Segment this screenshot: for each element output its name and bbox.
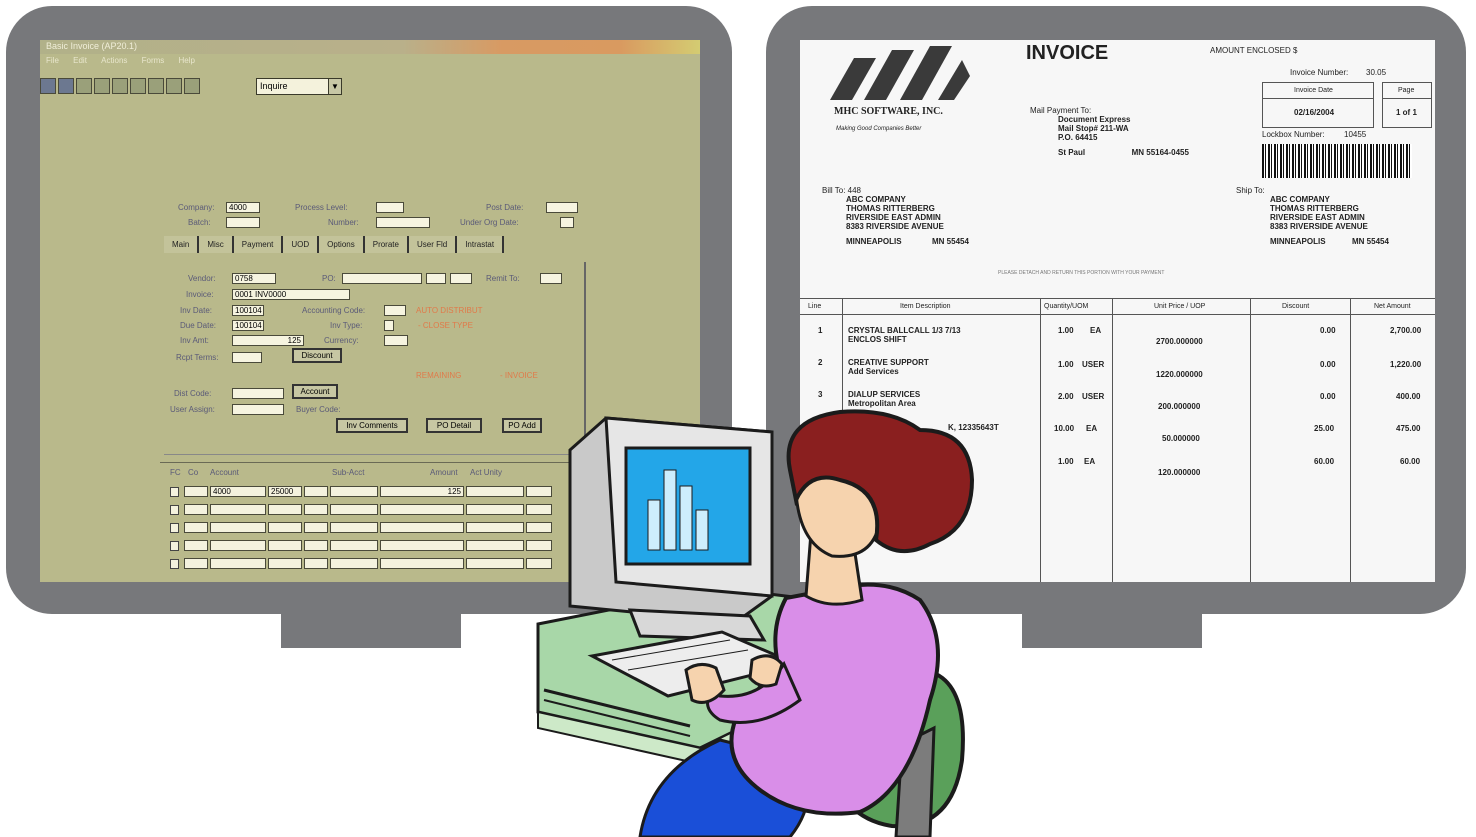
chart-bar-illustration [663,469,677,551]
chart-bar-illustration [647,499,661,551]
chart-bar-illustration [695,509,709,551]
computer-illustration [568,416,801,698]
chart-bar-illustration [679,485,693,551]
woman-at-computer-illustration [536,409,975,837]
